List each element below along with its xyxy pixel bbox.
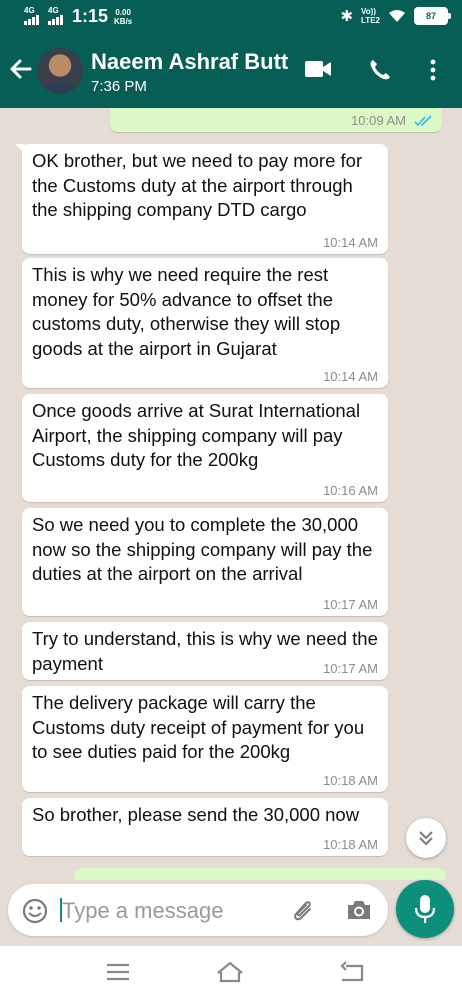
message-bubble-outgoing[interactable]: 10:09 AM xyxy=(110,108,442,132)
message-text: OK brother, but we need to pay more for … xyxy=(32,150,363,220)
status-bar: 4G 4G 1:15 0.00 KB/s ✱ Vo)) LTE2 87 xyxy=(0,0,462,34)
message-time: 10:14 AM xyxy=(323,235,378,250)
back-nav-icon[interactable] xyxy=(338,960,366,984)
contact-avatar[interactable] xyxy=(37,48,83,94)
contact-name[interactable]: Naeem Ashraf Butt xyxy=(91,49,288,75)
message-time: 10:17 AM xyxy=(323,597,378,612)
message-time: 10:18 AM xyxy=(323,837,378,852)
double-chevron-down-icon xyxy=(419,831,433,846)
message-time: 10:16 AM xyxy=(323,483,378,498)
system-navigation-bar xyxy=(0,946,462,1000)
message-bubble-incoming[interactable]: So we need you to complete the 30,000 no… xyxy=(22,508,388,616)
chat-messages[interactable]: 10:09 AM OK brother, but we need to pay … xyxy=(0,108,462,880)
network-speed: 0.00 KB/s xyxy=(114,8,132,26)
message-text: So we need you to complete the 30,000 no… xyxy=(32,514,373,584)
camera-icon[interactable] xyxy=(346,899,372,921)
paperclip-icon[interactable] xyxy=(290,897,316,923)
signal-sim1-icon: 4G xyxy=(24,5,42,26)
message-bubble-outgoing[interactable] xyxy=(74,868,446,880)
message-text: This is why we need require the rest mon… xyxy=(32,264,341,359)
message-bubble-incoming[interactable]: Try to understand, this is why we need t… xyxy=(22,622,388,680)
message-bubble-incoming[interactable]: This is why we need require the rest mon… xyxy=(22,258,388,388)
message-time: 10:17 AM xyxy=(323,661,378,676)
phone-call-icon[interactable] xyxy=(368,58,392,82)
recent-apps-icon[interactable] xyxy=(104,960,132,984)
last-seen-time: 7:36 PM xyxy=(91,78,147,95)
volte-line1: Vo)) xyxy=(361,7,376,16)
message-composer xyxy=(8,884,388,936)
network-speed-unit: KB/s xyxy=(114,16,133,26)
scroll-to-bottom-button[interactable] xyxy=(406,818,446,858)
signal-sim2-icon: 4G xyxy=(48,5,66,26)
volte-indicator: Vo)) LTE2 xyxy=(361,7,380,25)
wifi-icon xyxy=(389,10,405,22)
home-icon[interactable] xyxy=(216,960,244,984)
message-time: 10:18 AM xyxy=(323,773,378,788)
message-bubble-incoming[interactable]: Once goods arrive at Surat International… xyxy=(22,394,388,502)
chat-header: Naeem Ashraf Butt 7:36 PM xyxy=(0,34,462,108)
more-options-icon[interactable] xyxy=(424,58,442,82)
message-text: The delivery package will carry the Cust… xyxy=(32,692,365,762)
message-time: 10:09 AM xyxy=(351,113,406,128)
bluetooth-icon: ✱ xyxy=(340,8,354,25)
volte-line2: LTE2 xyxy=(361,16,380,25)
emoji-icon[interactable] xyxy=(22,898,48,924)
message-text: So brother, please send the 30,000 now xyxy=(32,804,360,825)
microphone-icon xyxy=(414,895,436,923)
read-receipt-icon xyxy=(414,115,432,127)
message-input[interactable] xyxy=(60,896,274,926)
message-text: Once goods arrive at Surat International… xyxy=(32,400,361,470)
sim1-network-label: 4G xyxy=(24,5,35,15)
battery-icon: 87 xyxy=(414,7,451,25)
back-arrow-icon[interactable] xyxy=(8,56,34,82)
network-speed-value: 0.00 xyxy=(115,7,131,17)
sim2-network-label: 4G xyxy=(48,5,59,15)
status-time: 1:15 xyxy=(72,6,109,26)
message-bubble-incoming[interactable]: The delivery package will carry the Cust… xyxy=(22,686,388,792)
message-bubble-incoming[interactable]: OK brother, but we need to pay more for … xyxy=(15,144,388,254)
voice-message-button[interactable] xyxy=(396,880,454,938)
message-time: 10:14 AM xyxy=(323,369,378,384)
message-bubble-incoming[interactable]: So brother, please send the 30,000 now 1… xyxy=(22,798,388,856)
video-call-icon[interactable] xyxy=(304,58,332,80)
